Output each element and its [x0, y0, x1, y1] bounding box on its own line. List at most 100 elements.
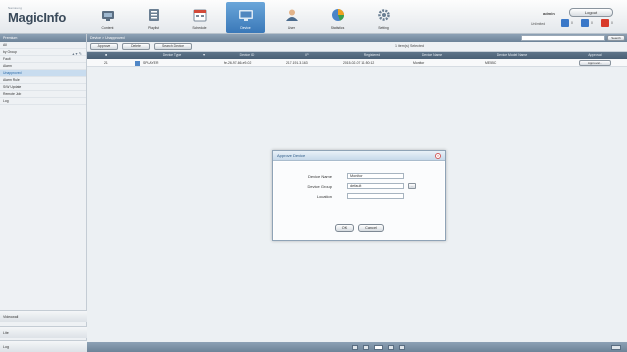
page-size-select[interactable] [611, 345, 621, 350]
content-icon [100, 7, 116, 23]
group-picker-button[interactable]: … [408, 183, 416, 189]
dialog-title: Approve Device [277, 153, 306, 158]
breadcrumb: Device > Unapproved [90, 36, 125, 40]
logo-text: MagicInfo [8, 10, 66, 25]
dialog-body: Device Name Monitor Device Group default… [274, 162, 444, 240]
column-approval[interactable]: Approval [567, 52, 623, 59]
nav-label: Statistics [330, 26, 345, 30]
user-name: admin [543, 11, 555, 16]
app-logo[interactable]: Samsung MagicInfo [8, 6, 66, 25]
row-model-name: ME55C [485, 61, 497, 65]
sidebar-bottom-lite[interactable]: Lite [0, 326, 87, 338]
sidebar-item-log[interactable]: Log [0, 98, 86, 105]
setting-icon [376, 7, 392, 23]
delete-button[interactable]: Delete [122, 43, 150, 50]
nav-label: Schedule [192, 26, 207, 30]
device-type-icon [135, 60, 140, 66]
breadcrumb-bar: Device > Unapproved Search [87, 34, 627, 42]
next-page-icon[interactable] [388, 345, 394, 350]
alarm-icon[interactable] [601, 19, 609, 27]
user-icon [284, 7, 300, 23]
device-name-label: Device Name [307, 174, 332, 179]
playlist-icon [146, 7, 162, 23]
search-button[interactable]: Search [607, 35, 625, 41]
search-input[interactable] [521, 35, 605, 41]
user-area: admin Logout Unlimited 0 0 0 [531, 3, 621, 31]
cancel-button[interactable]: Cancel [358, 224, 384, 232]
sidebar-item-alarm-rule[interactable]: Alarm Rule [0, 77, 86, 84]
message-count: 0 [591, 21, 593, 25]
schedule-icon [192, 7, 208, 23]
nav-playlist[interactable]: Playlist [134, 2, 173, 33]
prev-page-icon[interactable] [363, 345, 369, 350]
nav-label: Content [101, 26, 114, 30]
row-index: 21 [104, 61, 108, 65]
search-device-button[interactable]: Search Device [154, 43, 192, 50]
row-device-type: SPLAYER [143, 61, 159, 65]
close-icon[interactable]: × [435, 153, 441, 159]
nav-schedule[interactable]: Schedule [180, 2, 219, 33]
column-device-type[interactable]: Device Type [137, 52, 207, 59]
column-device-name[interactable]: Device Name [402, 52, 462, 59]
notice-icon[interactable] [561, 19, 569, 27]
column-registered[interactable]: Registered [337, 52, 407, 59]
sidebar-item-remote-job[interactable]: Remote Job [0, 91, 86, 98]
top-header: Samsung MagicInfo Content Playlist Sched… [0, 0, 627, 34]
location-label: Location [316, 194, 332, 199]
column-device-id[interactable]: Device ID [217, 52, 277, 59]
row-ip: 217.191.3.163 [286, 61, 308, 65]
nav-label: Setting [378, 26, 389, 30]
nav-setting[interactable]: Setting [364, 2, 403, 33]
nav-user[interactable]: User [272, 2, 311, 33]
notice-count: 0 [571, 21, 573, 25]
sidebar-bottom-videowall[interactable]: Videowall [0, 310, 87, 322]
last-page-icon[interactable] [399, 345, 405, 350]
selected-count: 1 item(s) Selected [395, 44, 424, 48]
nav-label: Device [240, 26, 251, 30]
sidebar-item-all[interactable]: All [0, 42, 86, 49]
device-icon [238, 7, 254, 23]
message-icon[interactable] [581, 19, 589, 27]
select-all-checkbox[interactable]: ■ [91, 52, 121, 59]
nav-content[interactable]: Content [88, 2, 127, 33]
pagination-bar [87, 342, 627, 352]
column-model-name[interactable]: Device Model Name [467, 52, 557, 59]
column-ip[interactable]: IP [277, 52, 337, 59]
approve-device-dialog: Approve Device × Device Name Monitor Dev… [272, 150, 446, 241]
approve-button[interactable]: Approve [90, 43, 118, 50]
row-approval-button[interactable]: Approval... [579, 60, 611, 66]
table-header: ■ Device Type ▼ Device ID IP Registered … [87, 52, 627, 59]
ok-button[interactable]: OK [335, 224, 354, 232]
nav-device[interactable]: Device [226, 2, 265, 33]
row-device-name: Monitor [413, 61, 425, 65]
row-registered: 2015-02-07 11:50:12 [343, 61, 375, 65]
dialog-title-bar: Approve Device × [273, 151, 445, 161]
sidebar-item-label: by Group [3, 50, 17, 54]
nav-label: User [287, 26, 296, 30]
sidebar-bottom-log[interactable]: Log [0, 340, 87, 352]
sidebar-header[interactable]: Premium [0, 34, 86, 42]
toolbar: Approve Delete Search Device 1 item(s) S… [87, 42, 627, 52]
table-row[interactable]: 21 SPLAYER fe-26-97-66-e9-02 217.191.3.1… [87, 59, 627, 67]
device-group-label: Device Group [307, 184, 332, 189]
page-number-input[interactable] [374, 345, 383, 350]
main-nav: Content Playlist Schedule Device User St… [88, 2, 410, 33]
row-device-id: fe-26-97-66-e9-02 [224, 61, 252, 65]
license-label: Unlimited [531, 22, 546, 26]
device-group-field[interactable]: default [347, 183, 404, 189]
device-name-field[interactable]: Monitor [347, 173, 404, 179]
sidebar-item-unapproved[interactable]: Unapproved [0, 70, 86, 77]
nav-label: Playlist [148, 26, 159, 30]
nav-statistics[interactable]: Statistics [318, 2, 357, 33]
first-page-icon[interactable] [352, 345, 358, 350]
sidebar-item-by-group[interactable]: by Group ▴ ▾ ✎ [0, 49, 86, 56]
logout-button[interactable]: Logout [569, 8, 613, 17]
sidebar-item-alarm[interactable]: Alarm [0, 63, 86, 70]
alarm-count: 0 [611, 21, 613, 25]
left-sidebar: Premium All by Group ▴ ▾ ✎ Fault Alarm U… [0, 34, 87, 352]
statistics-icon [330, 7, 346, 23]
sidebar-item-fault[interactable]: Fault [0, 56, 86, 63]
sidebar-item-sw-update[interactable]: S/W Update [0, 84, 86, 91]
sort-icon[interactable]: ▼ [201, 52, 207, 59]
location-field[interactable] [347, 193, 404, 199]
